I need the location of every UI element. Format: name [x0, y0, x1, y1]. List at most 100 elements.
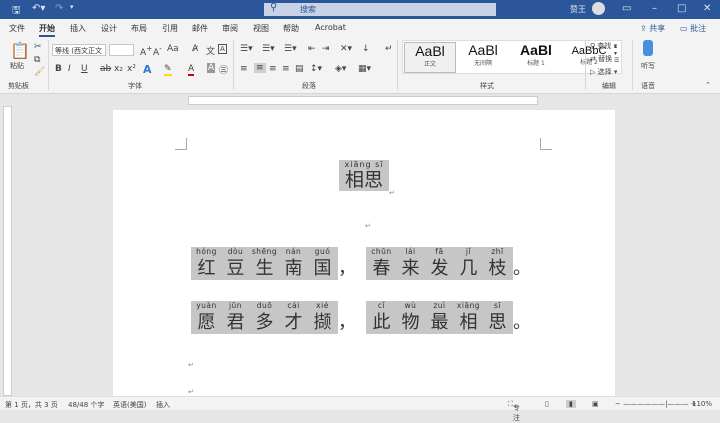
user-name[interactable]: 赞王 — [570, 4, 586, 15]
justify-icon[interactable]: ≡ — [282, 64, 290, 74]
tab-home[interactable]: 开始 — [39, 23, 55, 37]
align-right-icon[interactable]: ≡ — [269, 64, 277, 74]
find-button[interactable]: ⚲ 查找 ▾ — [590, 41, 617, 51]
tab-mailings[interactable]: 邮件 — [192, 23, 208, 34]
select-button[interactable]: ▷ 选择 ▾ — [590, 67, 617, 77]
redo-icon[interactable]: ↷ — [55, 3, 63, 14]
shading-icon[interactable]: ◈▾ — [335, 64, 346, 74]
asian-layout-icon[interactable]: ✕▾ — [340, 44, 352, 54]
ruby-character: duō 多 — [250, 301, 279, 334]
show-marks-icon[interactable]: ↵ — [385, 44, 393, 54]
vertical-ruler[interactable] — [3, 106, 12, 396]
read-mode-icon[interactable]: ▯ — [545, 400, 549, 408]
zoom-level[interactable]: 110% — [692, 400, 712, 408]
pinyin: zhī — [491, 247, 504, 256]
document-page[interactable]: xiāng sī 相思 ↵ ↵ hóng 红 dòu 豆 shēng 生 nán 南 guó 国 ，… — [113, 110, 615, 396]
character-border-icon[interactable]: A — [218, 44, 227, 54]
dictate-button[interactable]: 听写 — [641, 61, 655, 71]
save-icon[interactable]: 🖫 — [12, 3, 21, 20]
decrease-indent-icon[interactable]: ⇤ — [308, 44, 316, 54]
style-normal[interactable]: AaBl 正文 — [404, 42, 456, 73]
ruby-character: nán 南 — [279, 247, 308, 280]
pinyin: xié — [316, 301, 329, 310]
ruby-character: xié 撷 — [308, 301, 337, 334]
hanzi: 多 — [255, 312, 274, 333]
distributed-icon[interactable]: ▤ — [295, 64, 304, 74]
increase-indent-icon[interactable]: ⇥ — [322, 44, 330, 54]
zoom-slider[interactable]: − ——————|——— + — [615, 400, 697, 408]
cut-icon[interactable]: ✂ — [34, 42, 42, 52]
font-size-select[interactable] — [109, 44, 134, 56]
copy-icon[interactable]: ⧉ — [34, 55, 40, 65]
numbering-icon[interactable]: ☰▾ — [262, 44, 275, 54]
borders-icon[interactable]: ▦▾ — [358, 64, 371, 74]
close-icon[interactable]: ✕ — [703, 3, 711, 14]
ribbon-display-icon[interactable]: ▭ — [622, 3, 631, 14]
tab-acrobat[interactable]: Acrobat — [315, 23, 346, 32]
strikethrough-icon[interactable]: ab — [100, 64, 111, 74]
font-name-select[interactable]: 等线 (西文正文 — [52, 44, 106, 56]
search-input[interactable]: 搜索 — [264, 3, 496, 16]
focus-button[interactable]: ⛶ 专注 — [508, 400, 520, 422]
replace-button[interactable]: ⇄ 替换 — [590, 54, 612, 64]
hanzi: 相 — [459, 312, 478, 333]
enclose-characters-icon[interactable]: ㊂ — [219, 63, 228, 76]
tab-help[interactable]: 帮助 — [283, 23, 299, 34]
clear-format-icon[interactable]: A̷ — [192, 44, 198, 54]
tab-review[interactable]: 审阅 — [222, 23, 238, 34]
italic-icon[interactable]: I — [68, 64, 71, 74]
tab-references[interactable]: 引用 — [162, 23, 178, 34]
bullets-icon[interactable]: ☰▾ — [240, 44, 253, 54]
microphone-icon[interactable] — [643, 40, 653, 56]
language[interactable]: 英语(美国) — [113, 400, 146, 410]
bold-icon[interactable]: B — [55, 64, 62, 74]
customize-icon[interactable]: ▾ — [70, 3, 74, 11]
superscript-icon[interactable]: x² — [127, 64, 136, 74]
align-left-icon[interactable]: ≡ — [240, 64, 248, 74]
title-bar: 🖫 ↶▾ ↷ ▾ 跟着我学word 搜索 ⚲ 赞王 ▭ – □ ✕ — [0, 0, 720, 19]
underline-icon[interactable]: U — [81, 64, 88, 74]
print-layout-icon[interactable]: ▮ — [566, 400, 576, 408]
ruby-character: jǐ 几 — [454, 247, 483, 280]
maximize-icon[interactable]: □ — [677, 3, 686, 14]
sort-icon[interactable]: ↓ — [362, 44, 370, 54]
comment-button[interactable]: ▭ 批注 — [680, 23, 706, 34]
align-center-icon[interactable]: ≡ — [254, 63, 266, 73]
tab-view[interactable]: 视图 — [253, 23, 269, 34]
page-count[interactable]: 第 1 页，共 3 页 — [5, 400, 58, 410]
collapse-ribbon-icon[interactable]: ⌃ — [705, 81, 711, 89]
tab-insert[interactable]: 插入 — [70, 23, 86, 34]
tab-layout[interactable]: 布局 — [131, 23, 147, 34]
shrink-font-icon[interactable]: A- — [153, 44, 162, 58]
word-count[interactable]: 48/48 个字 — [68, 400, 104, 410]
character-shading-icon[interactable]: A — [207, 63, 216, 73]
tab-file[interactable]: 文件 — [9, 23, 25, 34]
paste-icon[interactable]: 📋 — [10, 41, 30, 60]
text-effects-icon[interactable]: A — [143, 63, 152, 76]
font-color-icon[interactable]: A — [188, 64, 195, 76]
undo-icon[interactable]: ↶▾ — [32, 3, 45, 14]
web-layout-icon[interactable]: ▣ — [592, 400, 599, 408]
multilevel-list-icon[interactable]: ☰▾ — [284, 44, 297, 54]
grow-font-icon[interactable]: A+ — [140, 44, 152, 58]
tab-design[interactable]: 设计 — [101, 23, 117, 34]
paste-label[interactable]: 粘贴 — [10, 61, 24, 71]
phonetic-guide-icon[interactable]: 文 — [206, 44, 215, 57]
share-button[interactable]: ⇪ 共享 — [640, 23, 665, 34]
change-case-button[interactable]: Aa — [167, 44, 179, 54]
format-painter-icon[interactable]: 🖌 — [34, 67, 45, 77]
pinyin: chūn — [371, 247, 392, 256]
poem-half-left: yuàn 愿 jūn 君 duō 多 cái 才 xié 撷 — [191, 301, 338, 334]
minimize-icon[interactable]: – — [652, 3, 657, 14]
poem-line: yuàn 愿 jūn 君 duō 多 cái 才 xié 撷， cǐ 此 wù 物 zuì 最 xiāng 相 sī… — [191, 301, 541, 334]
line-spacing-icon[interactable]: ↕▾ — [310, 64, 322, 74]
avatar[interactable] — [592, 2, 605, 15]
style-heading-1[interactable]: AaBl 标题 1 — [510, 42, 562, 73]
style-no-spacing[interactable]: AaBl 无间隔 — [457, 42, 509, 73]
insert-mode[interactable]: 插入 — [156, 400, 170, 410]
horizontal-ruler[interactable] — [0, 95, 720, 106]
pinyin: hóng — [196, 247, 217, 256]
poem-half-left: hóng 红 dòu 豆 shēng 生 nán 南 guó 国 — [191, 247, 338, 280]
highlight-icon[interactable]: ✎ — [164, 64, 172, 76]
subscript-icon[interactable]: x₂ — [114, 64, 123, 74]
